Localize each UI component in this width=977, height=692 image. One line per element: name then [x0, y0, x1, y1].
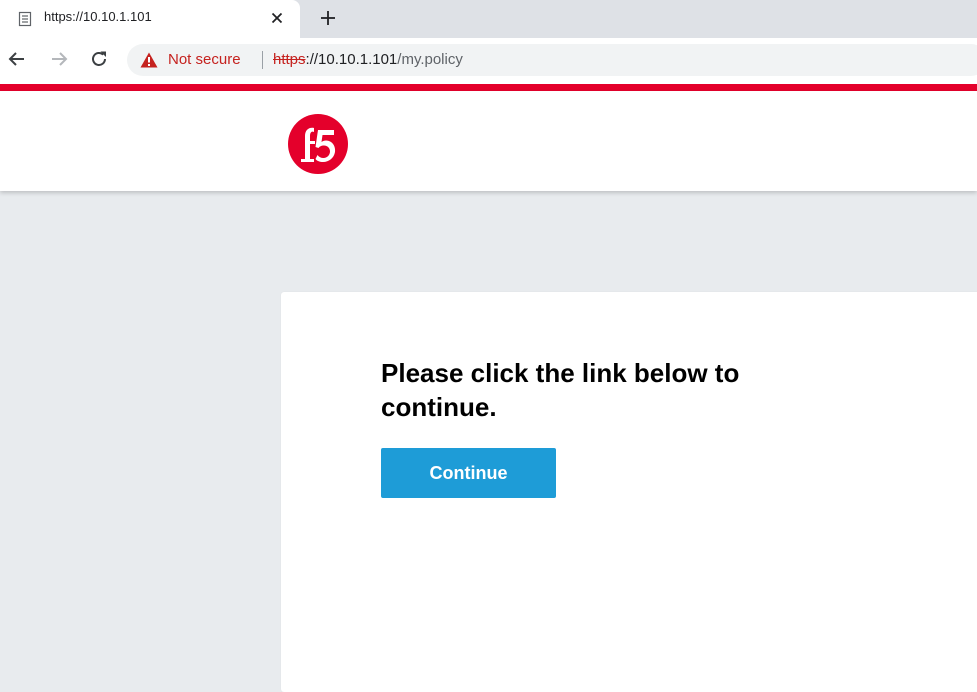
warning-triangle-icon[interactable]: [140, 52, 158, 68]
tab-title: https://10.10.1.101: [44, 9, 152, 24]
arrow-right-icon[interactable]: [48, 48, 70, 70]
content-card: Please click the link below to continue.…: [281, 292, 977, 692]
accent-bar: [0, 84, 977, 91]
arrow-left-icon[interactable]: [6, 48, 28, 70]
address-bar[interactable]: Not secure https://10.10.1.101/my.policy: [127, 44, 977, 76]
close-icon[interactable]: [268, 9, 286, 27]
page-heading: Please click the link below to continue.: [381, 358, 740, 422]
f5-logo: [288, 114, 348, 174]
plus-icon[interactable]: [317, 7, 339, 29]
reload-icon[interactable]: [88, 48, 110, 70]
page-icon: [18, 11, 32, 27]
url-path: /my.policy: [397, 51, 463, 68]
security-label[interactable]: Not secure: [168, 44, 241, 76]
continue-button[interactable]: Continue: [381, 448, 556, 498]
url-text[interactable]: https://10.10.1.101/my.policy: [273, 44, 463, 76]
url-host: ://10.10.1.101: [305, 51, 398, 68]
browser-tab[interactable]: https://10.10.1.101: [0, 0, 300, 38]
browser-toolbar: Not secure https://10.10.1.101/my.policy: [0, 38, 977, 84]
omnibox-separator: [262, 51, 263, 69]
site-header: [0, 91, 977, 191]
tab-strip: https://10.10.1.101: [0, 0, 977, 38]
url-scheme: https: [273, 51, 306, 68]
